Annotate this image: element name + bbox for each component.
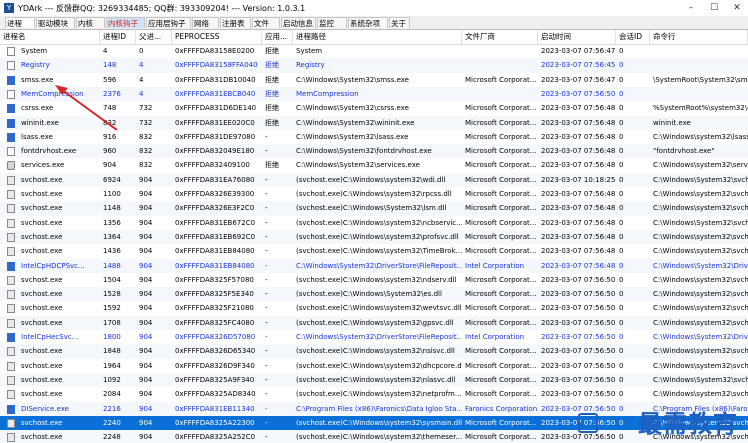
watermark-text: 最需教育 [638,409,738,438]
annotation-arrow [55,85,118,131]
watermark-logo-icon [578,413,598,433]
arrow-shaft [61,89,118,131]
